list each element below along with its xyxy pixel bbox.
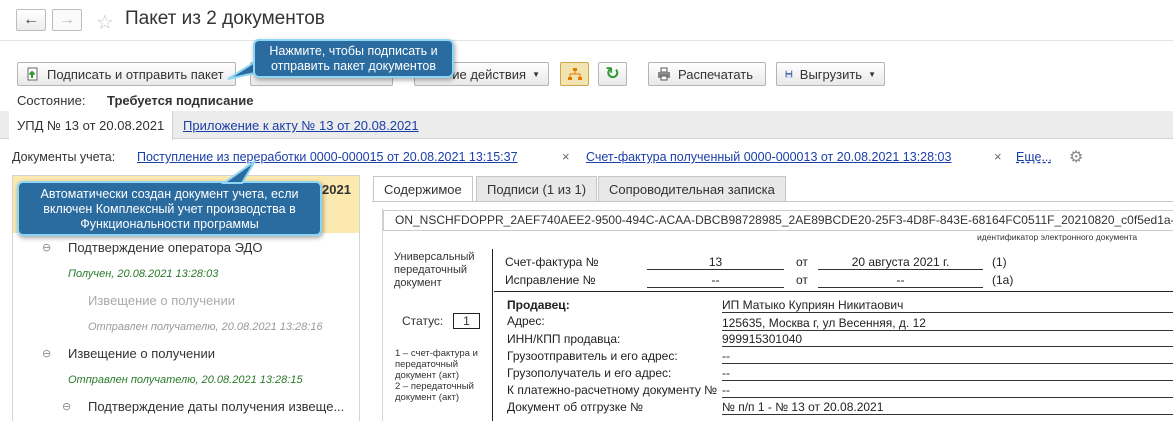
auto-created-hint-callout: Автоматически создан документ учета, есл… xyxy=(17,181,322,236)
address-label: Адрес: xyxy=(507,314,545,328)
seller-label: Продавец: xyxy=(507,298,570,312)
status-value: 1 xyxy=(453,313,480,329)
structure-button[interactable] xyxy=(560,62,589,86)
invoice-date: 20 августа 2021 г. xyxy=(818,255,983,270)
collapse-icon[interactable]: ⊖ xyxy=(42,241,51,254)
payment-doc-label: К платежно-расчетному документу № xyxy=(507,383,718,397)
correction-code: (1а) xyxy=(992,273,1014,287)
correction-number: -- xyxy=(647,273,784,288)
inn-label: ИНН/КПП продавца: xyxy=(507,332,621,346)
tree-item-receipt-notice-2[interactable]: Извещение о получении xyxy=(68,346,215,361)
window-title: Пакет из 2 документов xyxy=(125,8,325,29)
payment-doc-value: -- xyxy=(722,383,1173,398)
accounting-doc-link-1[interactable]: Поступление из переработки 0000-000015 о… xyxy=(137,150,518,164)
seller-value: ИП Матыко Куприян Никитаович xyxy=(722,298,1173,313)
address-value: 125635, Москва г, ул Весенняя, д. 12 xyxy=(722,316,1173,331)
upd-separator xyxy=(492,249,493,421)
sign-and-send-button[interactable]: Подписать и отправить пакет xyxy=(17,62,236,86)
tree-item-receipt-notice-1[interactable]: Извещение о получении xyxy=(88,293,235,308)
document-sign-icon xyxy=(27,67,38,81)
tree-item-edo-confirmation[interactable]: Подтверждение оператора ЭДО xyxy=(68,240,262,255)
print-button[interactable]: Распечатать xyxy=(648,62,766,86)
invoice-from-label: от xyxy=(796,255,808,269)
tab-appendix-link[interactable]: Приложение к акту № 13 от 20.08.2021 xyxy=(183,118,419,133)
save-disk-icon xyxy=(785,70,793,78)
tree-item-status: Отправлен получателю, 20.08.2021 13:28:1… xyxy=(88,321,323,333)
arrow-left-icon: ← xyxy=(23,11,39,28)
file-id: ON_NSCHFDOPPR_2AEF740AEE2-9500-494C-ACAA… xyxy=(395,213,1173,227)
chevron-down-icon: ▼ xyxy=(868,69,876,79)
back-button[interactable]: ← xyxy=(16,9,46,31)
accounting-doc-link-2[interactable]: Счет-фактура полученный 0000-000013 от 2… xyxy=(586,150,951,164)
correction-from-label: от xyxy=(796,273,808,287)
document-tabs-bar xyxy=(0,111,1173,139)
header-separator xyxy=(494,291,1173,292)
more-actions-label: ие действия xyxy=(452,66,527,82)
tab-divider xyxy=(372,201,1173,202)
tab-upd[interactable]: УПД № 13 от 20.08.2021 xyxy=(9,111,174,140)
shipment-doc-label: Документ об отгрузке № xyxy=(507,400,644,414)
export-label: Выгрузить xyxy=(799,66,863,82)
invoice-code: (1) xyxy=(992,255,1007,269)
refresh-button[interactable]: ↻ xyxy=(598,62,627,86)
chevron-down-icon: ▼ xyxy=(532,69,540,79)
invoice-label: Счет-фактура № xyxy=(505,255,599,269)
upd-title: Универсальный передаточный документ xyxy=(394,251,475,289)
consignee-label: Грузополучатель и его адрес: xyxy=(507,366,672,380)
tab-signatures[interactable]: Подписи (1 из 1) xyxy=(476,176,598,202)
shipper-value: -- xyxy=(722,349,1173,364)
accounting-docs-label: Документы учета: xyxy=(12,150,116,164)
shipper-label: Грузоотправитель и его адрес: xyxy=(507,349,678,363)
collapse-icon[interactable]: ⊖ xyxy=(62,400,71,413)
collapse-icon[interactable]: ⊖ xyxy=(42,347,51,360)
print-label: Распечатать xyxy=(678,66,754,82)
file-id-caption: идентификатор электронного документа xyxy=(977,232,1138,242)
tab-content[interactable]: Содержимое xyxy=(373,176,473,202)
more-docs-link[interactable]: Еще... xyxy=(1016,150,1052,164)
gear-icon[interactable]: ⚙ xyxy=(1069,147,1083,167)
forward-button[interactable]: → xyxy=(52,9,82,31)
arrow-right-icon: → xyxy=(59,11,75,28)
invoice-number: 13 xyxy=(647,255,784,270)
file-id-box: ON_NSCHFDOPPR_2AEF740AEE2-9500-494C-ACAA… xyxy=(383,210,1173,231)
correction-label: Исправление № xyxy=(505,273,596,287)
tree-selected-date: 2021 xyxy=(322,182,351,197)
export-button[interactable]: Выгрузить ▼ xyxy=(776,62,885,86)
state-value: Требуется подписание xyxy=(107,93,254,108)
hierarchy-icon xyxy=(567,68,582,80)
inn-value: 999915301040 xyxy=(722,332,1173,347)
title-divider xyxy=(0,40,1173,41)
shipment-doc-value: № п/п 1 - № 13 от 20.08.2021 xyxy=(722,400,1173,415)
status-note: 1 – счет-фактура и передаточный документ… xyxy=(395,348,478,403)
tree-item-date-confirmation[interactable]: Подтверждение даты получения извеще... xyxy=(88,399,344,414)
tab-cover-note[interactable]: Сопроводительная записка xyxy=(598,176,786,202)
tree-item-status: Отправлен получателю, 20.08.2021 13:28:1… xyxy=(68,374,303,386)
status-label: Статус: xyxy=(402,314,444,328)
callout-pointer xyxy=(220,160,256,184)
sign-hint-callout: Нажмите, чтобы подписать и отправить пак… xyxy=(253,39,454,78)
tree-item-status: Получен, 20.08.2021 13:28:03 xyxy=(68,268,219,280)
remove-doc-2-icon[interactable]: × xyxy=(994,149,1002,164)
callout-pointer xyxy=(227,61,256,80)
state-label: Состояние: xyxy=(17,93,86,108)
remove-doc-1-icon[interactable]: × xyxy=(562,149,570,164)
consignee-value: -- xyxy=(722,366,1173,381)
correction-date: -- xyxy=(818,273,983,288)
printer-icon xyxy=(658,67,670,81)
sign-and-send-label: Подписать и отправить пакет xyxy=(47,66,224,82)
favorite-star-icon[interactable]: ☆ xyxy=(96,10,114,35)
refresh-icon: ↻ xyxy=(605,64,620,83)
